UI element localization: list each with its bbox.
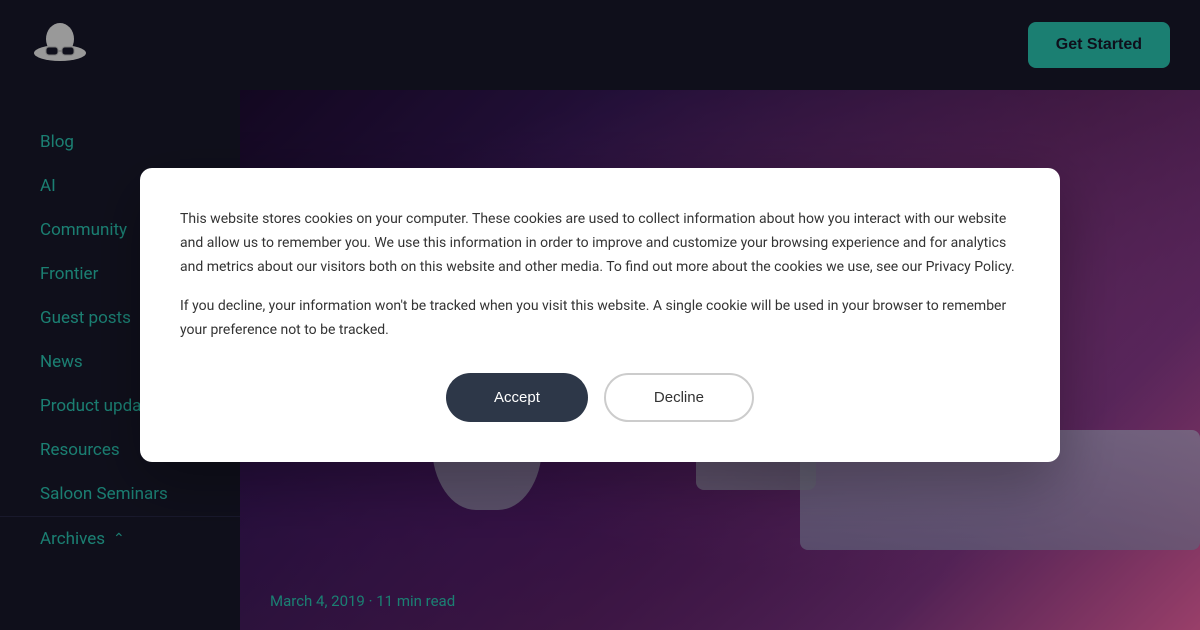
accept-button[interactable]: Accept: [446, 373, 588, 422]
cookie-paragraph-1: This website stores cookies on your comp…: [180, 208, 1020, 279]
cookie-paragraph-2: If you decline, your information won't b…: [180, 295, 1020, 343]
cookie-modal-overlay: This website stores cookies on your comp…: [0, 0, 1200, 630]
cookie-buttons: Accept Decline: [180, 373, 1020, 422]
decline-button[interactable]: Decline: [604, 373, 754, 422]
cookie-modal: This website stores cookies on your comp…: [140, 168, 1060, 462]
